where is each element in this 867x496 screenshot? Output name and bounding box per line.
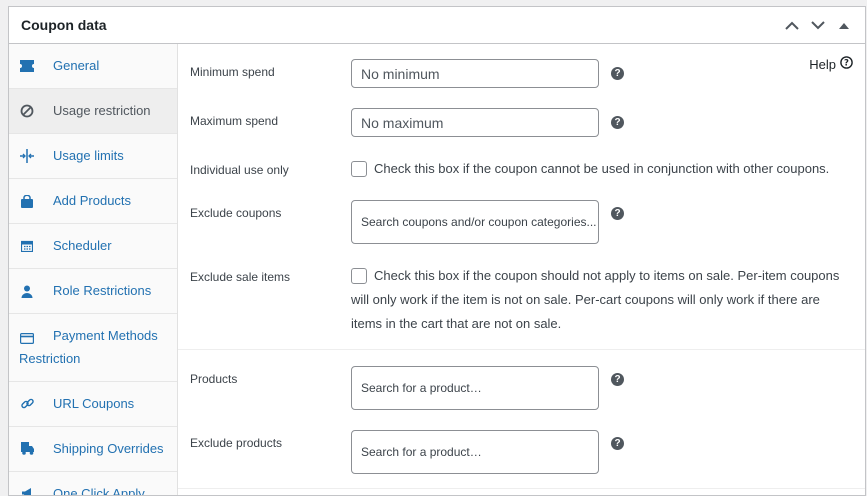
- sidebar-item-payment-methods-restriction[interactable]: Payment Methods Restriction: [9, 314, 177, 382]
- sidebar-item-label: Payment Methods Restriction: [19, 328, 158, 366]
- link-icon: [19, 394, 35, 414]
- products-search-input[interactable]: Search for a product…: [351, 366, 599, 410]
- sidebar-item-label: Usage limits: [53, 148, 124, 163]
- help-label: Help: [809, 56, 836, 72]
- sidebar-item-one-click-apply[interactable]: One Click Apply: [9, 472, 177, 496]
- sidebar-item-label: Add Products: [53, 193, 132, 208]
- arrows-icon: [19, 146, 35, 166]
- help-tip-icon: ?: [611, 67, 624, 80]
- sidebar-item-label: URL Coupons: [53, 395, 135, 411]
- chevron-down-icon[interactable]: [809, 16, 827, 34]
- megaphone-icon: [19, 484, 35, 495]
- block-icon: [19, 101, 35, 121]
- sidebar-item-usage-limits[interactable]: Usage limits: [9, 134, 177, 179]
- section-divider: [178, 488, 865, 489]
- help-circle-icon: ?: [840, 56, 853, 72]
- sidebar-item-label: Usage restriction: [53, 103, 151, 118]
- truck-icon: [19, 439, 35, 459]
- collapse-toggle-icon[interactable]: [835, 16, 853, 34]
- minimum-spend-label: Minimum spend: [190, 65, 275, 79]
- panel-title: Coupon data: [21, 17, 107, 33]
- maximum-spend-label: Maximum spend: [190, 114, 279, 128]
- svg-text:?: ?: [844, 59, 849, 69]
- maximum-spend-input[interactable]: No maximum: [351, 108, 599, 137]
- exclude-products-search-input[interactable]: Search for a product…: [351, 430, 599, 474]
- calendar-icon: [19, 236, 35, 256]
- usage-restriction-panel: Help ? Minimum spend No minimum ? Maximu…: [178, 44, 865, 495]
- sidebar-item-label: Role Restrictions: [53, 283, 152, 298]
- exclude-coupons-search-input[interactable]: Search coupons and/or coupon categories.…: [351, 200, 599, 244]
- ticket-icon: [19, 56, 35, 76]
- help-tip-icon: ?: [611, 116, 624, 129]
- sidebar-item-label: Scheduler: [53, 238, 112, 253]
- sidebar-item-label: Shipping Overrides: [53, 440, 164, 456]
- sidebar-item-add-products[interactable]: Add Products: [9, 179, 177, 224]
- coupon-data-panel: Coupon data General Usage restriction Us…: [8, 6, 866, 496]
- minimum-spend-input[interactable]: No minimum: [351, 59, 599, 88]
- products-label: Products: [190, 372, 238, 386]
- sidebar-item-general[interactable]: General: [9, 44, 177, 89]
- chevron-up-icon[interactable]: [783, 16, 801, 34]
- bag-icon: [19, 191, 35, 211]
- exclude-sale-label: Exclude sale items: [190, 270, 291, 284]
- sidebar-item-label: General: [53, 58, 100, 73]
- sidebar-item-label: One Click Apply: [53, 485, 145, 496]
- help-tip-icon: ?: [611, 373, 624, 386]
- exclude-sale-description: Check this box if the coupon should not …: [351, 268, 840, 331]
- sidebar-item-scheduler[interactable]: Scheduler: [9, 224, 177, 269]
- exclude-coupons-label: Exclude coupons: [190, 206, 282, 220]
- panel-header: Coupon data: [9, 7, 865, 44]
- individual-use-label: Individual use only: [190, 163, 289, 177]
- help-tip-icon: ?: [611, 207, 624, 220]
- exclude-products-label: Exclude products: [190, 436, 283, 450]
- credit-card-icon: [19, 329, 35, 349]
- help-toggle[interactable]: Help ?: [809, 56, 853, 72]
- sidebar-item-usage-restriction[interactable]: Usage restriction: [9, 89, 177, 134]
- sidebar-item-url-coupons[interactable]: URL Coupons: [9, 382, 177, 427]
- coupon-tabs-sidebar: General Usage restriction Usage limits A…: [9, 44, 178, 495]
- help-tip-icon: ?: [611, 437, 624, 450]
- section-divider: [178, 349, 865, 350]
- sidebar-item-role-restrictions[interactable]: Role Restrictions: [9, 269, 177, 314]
- user-icon: [19, 281, 35, 301]
- sidebar-item-shipping-overrides[interactable]: Shipping Overrides: [9, 427, 177, 472]
- header-controls: [783, 16, 853, 34]
- individual-use-description: Check this box if the coupon cannot be u…: [374, 161, 830, 176]
